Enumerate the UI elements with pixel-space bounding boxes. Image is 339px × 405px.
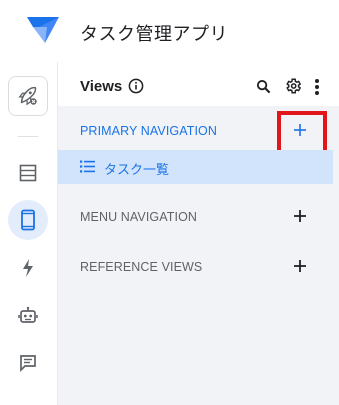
plus-icon [294, 260, 306, 272]
views-panel: Views PRIMARY NAVIGATION タスク一覧 MENU NAVI… [58, 62, 339, 405]
gear-icon [286, 78, 302, 94]
app-header: タスク管理アプリ [0, 0, 339, 62]
search-icon [256, 79, 270, 93]
robot-icon [18, 306, 38, 323]
menu-navigation-label: MENU NAVIGATION [80, 210, 198, 224]
highlight-annotation-box [277, 111, 327, 155]
add-reference-view-button[interactable] [290, 256, 310, 276]
rail-chat-button[interactable] [8, 343, 48, 383]
views-title: Views [80, 78, 123, 95]
app-title: タスク管理アプリ [80, 24, 228, 45]
view-item-label: タスク一覧 [104, 163, 170, 178]
rail-deploy-button[interactable] [8, 76, 48, 116]
bolt-icon [23, 259, 33, 277]
rail-divider [18, 136, 38, 137]
info-icon[interactable] [128, 78, 144, 94]
left-nav-rail [0, 62, 58, 405]
rail-automation-button[interactable] [8, 296, 48, 336]
menu-navigation-section: MENU NAVIGATION [58, 198, 339, 234]
rail-actions-button[interactable] [8, 248, 48, 288]
table-icon [19, 164, 37, 182]
more-options-button[interactable] [310, 77, 324, 97]
rail-views-button[interactable] [8, 200, 48, 240]
rail-data-button[interactable] [8, 153, 48, 193]
search-button[interactable] [254, 77, 272, 95]
views-panel-header: Views [58, 62, 339, 106]
more-vert-icon [315, 79, 319, 95]
appsheet-logo-icon [27, 17, 59, 43]
chat-icon [20, 355, 36, 373]
add-menu-view-button[interactable] [290, 206, 310, 226]
view-item-task-list[interactable]: タスク一覧 [58, 150, 333, 184]
list-icon [80, 160, 95, 173]
plus-icon [294, 210, 306, 222]
primary-navigation-label: PRIMARY NAVIGATION [80, 124, 218, 138]
rocket-icon [18, 86, 37, 106]
settings-button[interactable] [284, 77, 302, 95]
mobile-phone-icon [21, 209, 35, 231]
reference-views-section: REFERENCE VIEWS [58, 248, 339, 284]
reference-views-label: REFERENCE VIEWS [80, 260, 203, 274]
